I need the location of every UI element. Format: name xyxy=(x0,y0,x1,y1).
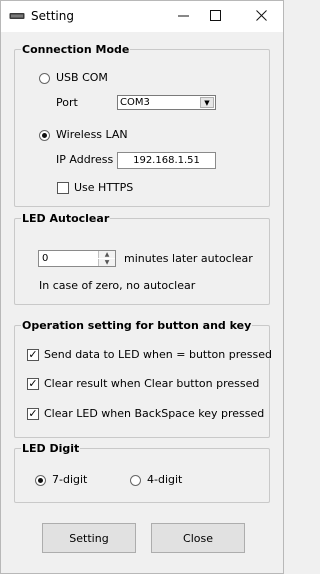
close-button[interactable]: Close xyxy=(151,523,245,553)
clear-led-checkbox[interactable]: ✓ xyxy=(27,408,39,420)
clear-result-label[interactable]: Clear result when Clear button pressed xyxy=(44,377,259,390)
port-label: Port xyxy=(56,96,78,109)
use-https-checkbox[interactable] xyxy=(57,182,69,194)
minutes-value: 0 xyxy=(42,253,49,264)
port-value: COM3 xyxy=(120,97,150,108)
clear-result-checkbox[interactable]: ✓ xyxy=(27,378,39,390)
setting-button[interactable]: Setting xyxy=(42,523,136,553)
send-data-label[interactable]: Send data to LED when = button pressed xyxy=(44,348,272,361)
minimize-icon xyxy=(177,9,189,25)
four-digit-label[interactable]: 4-digit xyxy=(147,473,182,486)
ip-address-field[interactable]: 192.168.1.51 xyxy=(117,152,216,169)
maximize-button[interactable] xyxy=(195,1,235,32)
wireless-lan-label[interactable]: Wireless LAN xyxy=(56,128,128,141)
use-https-label[interactable]: Use HTTPS xyxy=(74,181,133,194)
clear-led-label[interactable]: Clear LED when BackSpace key pressed xyxy=(44,407,264,420)
app-icon xyxy=(9,11,25,20)
spin-down-icon[interactable]: ▼ xyxy=(98,259,115,266)
close-icon xyxy=(255,9,267,25)
ip-address-label: IP Address xyxy=(56,153,114,166)
chevron-down-icon[interactable]: ▼ xyxy=(200,97,214,108)
window-title: Setting xyxy=(31,9,74,23)
connection-mode-group: Connection Mode xyxy=(14,43,270,207)
minutes-label: minutes later autoclear xyxy=(124,252,253,265)
spin-up-icon[interactable]: ▲ xyxy=(98,251,115,258)
minutes-spinner[interactable]: 0 ▲ ▼ xyxy=(38,250,116,267)
seven-digit-radio[interactable] xyxy=(35,475,46,486)
wireless-lan-radio[interactable] xyxy=(39,130,50,141)
led-autoclear-legend: LED Autoclear xyxy=(22,212,110,225)
port-select[interactable]: COM3 ▼ xyxy=(117,95,216,110)
usb-com-label[interactable]: USB COM xyxy=(56,71,108,84)
send-data-checkbox[interactable]: ✓ xyxy=(27,349,39,361)
led-digit-legend: LED Digit xyxy=(22,442,80,455)
seven-digit-label[interactable]: 7-digit xyxy=(52,473,87,486)
usb-com-radio[interactable] xyxy=(39,73,50,84)
ip-address-value: 192.168.1.51 xyxy=(133,155,200,166)
close-window-button[interactable] xyxy=(241,1,281,32)
four-digit-radio[interactable] xyxy=(130,475,141,486)
title-bar[interactable]: Setting xyxy=(1,1,283,32)
operation-setting-legend: Operation setting for button and key xyxy=(22,319,252,332)
connection-mode-legend: Connection Mode xyxy=(22,43,130,56)
autoclear-note: In case of zero, no autoclear xyxy=(39,279,196,292)
settings-window: Setting Connection Mode USB COM Port COM… xyxy=(0,0,284,574)
maximize-icon xyxy=(209,9,221,25)
